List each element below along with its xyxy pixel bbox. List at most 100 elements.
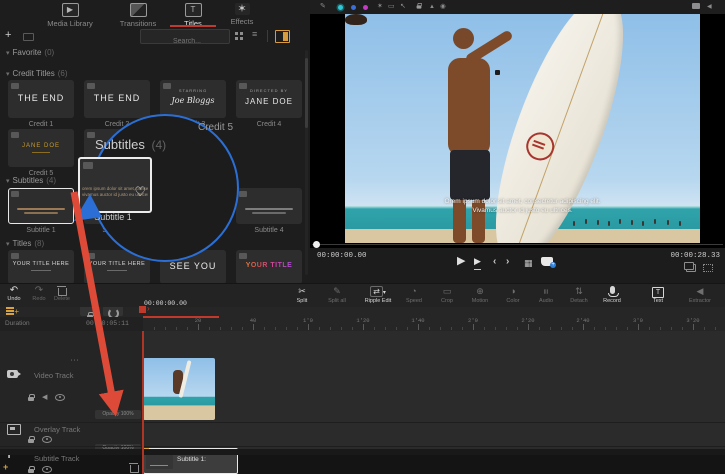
tab-effects[interactable]: ✶ Effects <box>204 3 280 26</box>
snap-magnet-button[interactable] <box>103 306 123 316</box>
panel-toggle-icon[interactable] <box>275 30 290 43</box>
tool-label: Speed <box>396 298 432 304</box>
cursor-tool-icon[interactable]: ↖ <box>400 2 406 12</box>
subtitle-thumb-1[interactable] <box>8 188 74 224</box>
visibility-eye-icon[interactable] <box>55 394 65 401</box>
tool-label: Delete <box>50 296 74 302</box>
overlay-track-icon <box>7 424 21 435</box>
snapshot-icon[interactable]: ▦ <box>524 257 533 270</box>
add-track-button[interactable]: + <box>6 307 18 316</box>
track-options-icon[interactable]: ⋯ <box>70 355 79 366</box>
section-label: Subtitles <box>13 176 44 185</box>
credit-thumb-4[interactable]: DIRECTED BY JANE DOE <box>236 80 302 118</box>
section-favorite[interactable]: ▾Favorite(0) <box>6 48 54 58</box>
timeline-ruler[interactable]: 20401'01'201'402'02'202'403'03'20 <box>143 317 725 331</box>
magnified-credit-label: Credit 5 <box>198 122 233 133</box>
active-tab-underline <box>170 25 216 27</box>
tool-record[interactable]: Record <box>594 286 630 304</box>
visibility-eye-icon[interactable] <box>42 466 52 473</box>
video-canvas[interactable]: Orem ipsum dolor sit amet, consectetur a… <box>345 14 700 243</box>
tool-label: Audio <box>528 298 564 304</box>
preview-progress-bar[interactable] <box>312 244 723 245</box>
add-subtitle-icon[interactable]: + <box>3 462 8 472</box>
tool-crop[interactable]: ▭ Crop <box>429 286 465 304</box>
select-tool-icon[interactable]: ▭ <box>388 2 395 12</box>
track-name: Overlay Track <box>34 425 80 434</box>
subtitle-thumb-4[interactable] <box>236 188 302 224</box>
play-button[interactable]: ▶ <box>457 255 465 268</box>
section-subtitles[interactable]: ▾Subtitles(4) <box>6 176 56 186</box>
mask-icon[interactable]: ▲ <box>429 2 435 12</box>
collection-icon[interactable] <box>23 33 34 41</box>
tool-label: Undo <box>2 296 26 302</box>
wand-tool-icon[interactable]: ✶ <box>377 2 383 12</box>
thumb-preview-text: THE END <box>84 93 150 103</box>
lock-tracks-button[interactable] <box>80 306 100 316</box>
trash-icon <box>58 288 67 296</box>
tool-ripple-edit[interactable]: ⇄▾ Ripple Edit <box>356 286 400 304</box>
redo-button[interactable]: ↷ Redo <box>27 286 51 302</box>
keyframe-dot-cyan-icon[interactable] <box>338 5 343 10</box>
thumb-caption: Subtitle 1 <box>8 227 74 234</box>
section-credit-titles[interactable]: ▾Credit Titles(6) <box>6 69 68 79</box>
tool-motion[interactable]: ⊕ Motion <box>462 286 498 304</box>
preview-progress-handle[interactable] <box>313 241 320 248</box>
playhead-handle[interactable] <box>139 306 146 313</box>
lock-icon[interactable] <box>28 469 34 473</box>
tool-label: Color <box>495 298 531 304</box>
trash-icon[interactable] <box>130 465 139 473</box>
title-thumb-4[interactable]: YOUR TITLE <box>236 250 302 283</box>
add-title-button[interactable]: + <box>5 28 11 42</box>
tab-media-library[interactable]: ▶ Media Library <box>32 3 108 28</box>
compare-view-icon[interactable] <box>686 264 696 272</box>
undo-button[interactable]: ↶ Undo <box>2 286 26 302</box>
speaker-icon[interactable]: ◀ <box>42 394 47 401</box>
media-library-icon: ▶ <box>62 3 79 17</box>
section-titles[interactable]: ▾Titles(8) <box>6 239 44 249</box>
surfer-torso <box>448 58 490 156</box>
tool-split-all[interactable]: ✎ Split all <box>319 286 355 304</box>
tool-split[interactable]: ✂ Split <box>284 286 320 304</box>
play-to-edge-button[interactable]: ▶ <box>474 255 481 270</box>
credit-thumb-2[interactable]: THE END <box>84 80 150 118</box>
video-clip[interactable] <box>143 358 215 420</box>
visibility-eye-icon[interactable] <box>42 436 52 443</box>
search-input[interactable] <box>141 34 233 49</box>
delete-button[interactable]: Delete <box>50 286 74 302</box>
timeline: + Duration 00:00:05:11 20401'01'201'402'… <box>0 306 725 455</box>
lock-icon[interactable] <box>417 5 422 8</box>
library-scrollbar[interactable] <box>305 50 308 275</box>
tool-speed[interactable]: ◔ Speed <box>396 286 432 304</box>
grid-view-icon[interactable] <box>235 32 238 35</box>
tool-detach[interactable]: ⇅ Detach <box>561 286 597 304</box>
tool-color[interactable]: ◑ Color <box>495 286 531 304</box>
playhead-line[interactable] <box>142 331 144 474</box>
add-marker-icon[interactable]: + <box>541 257 553 266</box>
step-back-button[interactable]: ‹ <box>493 255 496 268</box>
fullscreen-icon[interactable] <box>703 264 713 272</box>
tool-text[interactable]: T Text <box>640 286 676 304</box>
lock-icon[interactable] <box>28 439 34 443</box>
subtitle-clip-label: Subtitle 1: <box>177 456 206 463</box>
credit-thumb-5[interactable]: JANE DOE <box>8 129 74 167</box>
tool-extractor[interactable]: ◀ Extractor <box>682 286 718 304</box>
opacity-dropdown[interactable]: Opacity 100% <box>95 410 141 419</box>
keyframe-dot-magenta-icon[interactable] <box>363 5 368 10</box>
sort-icon[interactable]: ≡ <box>252 29 257 39</box>
camera-snapshot-icon[interactable] <box>692 3 700 9</box>
pen-tool-icon[interactable]: ✎ <box>320 2 326 12</box>
keyframe-dot-blue-icon[interactable] <box>351 5 356 10</box>
step-forward-button[interactable]: › <box>506 255 509 268</box>
tool-label: Split all <box>319 298 355 304</box>
credit-thumb-1[interactable]: THE END <box>8 80 74 118</box>
tool-audio[interactable]: ≡ Audio <box>528 286 564 304</box>
title-thumb-1[interactable]: YOUR TITLE HERE <box>8 250 74 283</box>
thumb-preview-text: YOUR TITLE HERE <box>84 261 150 267</box>
timeline-tracks: ⋯ Video Track ◀ Opacity 100% Overlay Tra… <box>0 331 725 449</box>
speaker-icon[interactable]: ◀ <box>707 2 712 12</box>
scissors-icon: ✂ <box>284 286 320 297</box>
visibility-eye-icon[interactable]: ◉ <box>440 2 446 12</box>
lock-icon[interactable] <box>28 397 34 401</box>
credit-thumb-3[interactable]: STARRING Joe Bloggs <box>160 80 226 118</box>
tool-label: Text <box>640 298 676 304</box>
